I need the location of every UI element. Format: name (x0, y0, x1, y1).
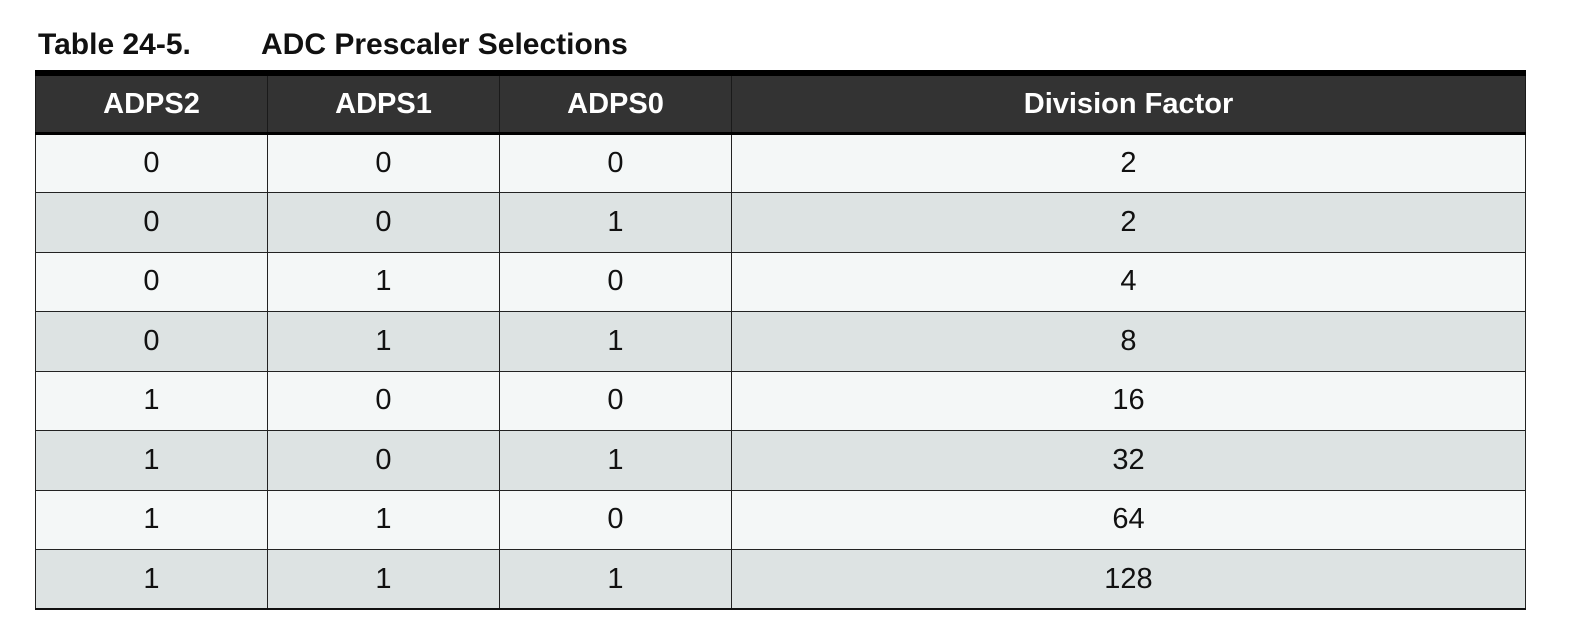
cell-division-factor: 4 (731, 251, 1526, 312)
cell-adps0: 0 (499, 370, 732, 431)
table-number: Table 24-5. (38, 28, 191, 61)
cell-adps0: 0 (499, 132, 732, 193)
table-row: 0 1 1 8 (35, 311, 1526, 372)
table-row: 1 0 1 32 (35, 430, 1526, 491)
table-row: 0 1 0 4 (35, 251, 1526, 312)
cell-adps2: 1 (35, 549, 268, 610)
header-label: ADPS0 (567, 88, 664, 121)
cell-adps1: 0 (267, 192, 500, 253)
table-body: 0 0 0 2 0 0 1 2 0 1 0 4 0 1 1 8 1 0 0 16… (35, 132, 1526, 610)
cell-division-factor: 16 (731, 370, 1526, 431)
cell-adps1: 1 (267, 311, 500, 372)
table-row: 1 0 0 16 (35, 370, 1526, 431)
cell-division-factor: 2 (731, 192, 1526, 253)
table-row: 1 1 1 128 (35, 549, 1526, 610)
cell-adps0: 0 (499, 251, 732, 312)
cell-adps2: 0 (35, 311, 268, 372)
cell-adps1: 1 (267, 251, 500, 312)
header-label: Division Factor (1023, 88, 1234, 121)
header-label: ADPS1 (335, 88, 432, 121)
table-caption: Table 24-5. ADC Prescaler Selections (38, 26, 628, 64)
cell-division-factor: 32 (731, 430, 1526, 491)
cell-division-factor: 64 (731, 489, 1526, 550)
cell-division-factor: 8 (731, 311, 1526, 372)
cell-adps1: 0 (267, 132, 500, 193)
cell-adps2: 1 (35, 370, 268, 431)
cell-division-factor: 128 (731, 549, 1526, 610)
prescaler-table-container: ADPS2 ADPS1 ADPS0 Division Factor 0 0 0 … (35, 70, 1526, 610)
header-adps2: ADPS2 (35, 70, 268, 135)
cell-adps0: 1 (499, 549, 732, 610)
cell-adps0: 1 (499, 430, 732, 491)
header-label: ADPS2 (103, 88, 200, 121)
header-row: ADPS2 ADPS1 ADPS0 Division Factor (35, 70, 1526, 135)
cell-adps1: 1 (267, 549, 500, 610)
header-division-factor: Division Factor (731, 70, 1526, 135)
table-row: 0 0 0 2 (35, 132, 1526, 193)
table-header: ADPS2 ADPS1 ADPS0 Division Factor (35, 70, 1526, 135)
cell-adps0: 1 (499, 311, 732, 372)
cell-division-factor: 2 (731, 132, 1526, 193)
cell-adps1: 0 (267, 370, 500, 431)
cell-adps0: 0 (499, 489, 732, 550)
table-row: 0 0 1 2 (35, 192, 1526, 253)
cell-adps0: 1 (499, 192, 732, 253)
table-row: 1 1 0 64 (35, 489, 1526, 550)
table-title: ADC Prescaler Selections (261, 28, 628, 61)
cell-adps1: 1 (267, 489, 500, 550)
cell-adps2: 0 (35, 192, 268, 253)
prescaler-table: ADPS2 ADPS1 ADPS0 Division Factor 0 0 0 … (35, 70, 1526, 610)
cell-adps2: 0 (35, 132, 268, 193)
cell-adps2: 0 (35, 251, 268, 312)
header-adps1: ADPS1 (267, 70, 500, 135)
header-adps0: ADPS0 (499, 70, 732, 135)
cell-adps2: 1 (35, 430, 268, 491)
cell-adps2: 1 (35, 489, 268, 550)
cell-adps1: 0 (267, 430, 500, 491)
